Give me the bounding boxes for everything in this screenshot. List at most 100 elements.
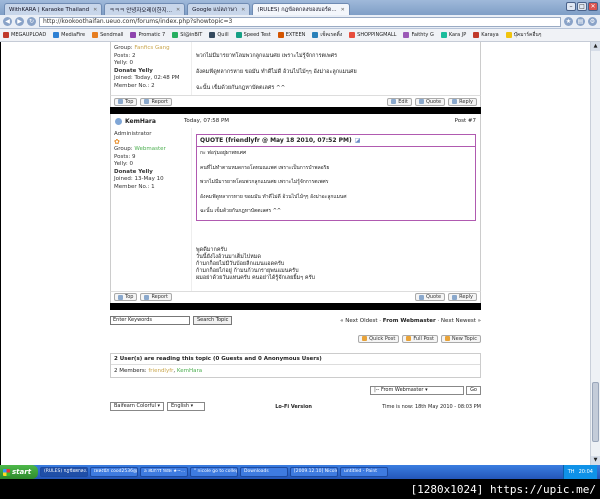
start-button[interactable]: start (0, 465, 38, 479)
forum-link[interactable]: From Webmaster (383, 318, 436, 324)
quote-line: ฉะนั้น เข็มด้วยกันกฎหาบัตตเลศร ^^ (200, 208, 282, 214)
post-count: Posts: 2 (114, 52, 136, 59)
topic-pager: « Next Oldest · From Webmaster · Next Ne… (340, 318, 481, 324)
quote-button[interactable]: Quote (414, 293, 446, 301)
taskbar-item[interactable]: [2009.12.10] Nicole ... (290, 467, 338, 477)
view-post-icon[interactable]: ◪ (355, 137, 361, 144)
go-button[interactable]: Go (466, 386, 481, 395)
post-username[interactable]: KemHara (125, 118, 156, 125)
top-label: Top (125, 98, 134, 105)
bookmark-item[interactable]: Quill (209, 32, 229, 38)
input-language[interactable]: TH (568, 469, 575, 475)
language-select[interactable]: English ▾ (167, 402, 205, 411)
page-scrollbar[interactable]: ▲ ▼ (590, 42, 600, 465)
tab-label: Google แปลภาษา (192, 6, 238, 13)
bookmark-item[interactable]: Karaya (473, 32, 499, 38)
bookmark-item[interactable]: Sendmall (92, 32, 123, 38)
donate-yelly-link[interactable]: Donate Yelly (114, 169, 188, 177)
bookmark-item[interactable]: Speed Test (235, 32, 271, 38)
skin-select[interactable]: Baifearn Colorful ▾ (110, 402, 164, 411)
search-topic-button[interactable]: Search Topic (193, 316, 233, 325)
bookmark-item[interactable]: MediaFire (53, 32, 85, 38)
bookmark-item[interactable]: SI@inBIT (172, 32, 202, 38)
taskbar-item[interactable]: untitled - Paint (340, 467, 388, 477)
report-button[interactable]: Report (140, 97, 173, 106)
taskbar-item[interactable]: (RULES) กฎข้อตกลง... (40, 467, 88, 477)
quote-block: QUOTE (friendlyfr @ May 18 2010, 07:52 P… (196, 134, 476, 221)
donate-yelly-link[interactable]: Donate Yelly (114, 68, 188, 76)
browser-tab-active[interactable]: (RULES) กฎข้อตกลงของบอร์ด... ✕ (252, 3, 350, 15)
arrow-up-icon (118, 294, 123, 300)
taskbar-item[interactable]: เพลงนัก cood2536@ho... (90, 467, 138, 477)
bookmark-item[interactable]: SHOPPINGMALL (349, 32, 396, 38)
close-tab-icon[interactable]: ✕ (341, 7, 345, 13)
post-number-link[interactable]: Post #7 (455, 118, 476, 124)
star-icon[interactable]: ★ (564, 17, 573, 26)
new-topic-button[interactable]: New Topic (440, 334, 481, 343)
forum-jump-select[interactable]: |-- From Webmaster ▾ (370, 386, 465, 395)
report-button[interactable]: Report (140, 293, 173, 301)
search-topic-input[interactable]: Enter Keywords (110, 316, 190, 325)
post-header: KemHara Today, 07:58 PM Post #7 (110, 114, 481, 128)
bookmark-item[interactable]: MEGAUPLOAD (3, 32, 46, 38)
browser-tab-1[interactable]: WithKARA | Karaoke Thailand ✕ (4, 3, 103, 15)
post-line: พูดดีมากครับ (196, 246, 227, 253)
bookmark-favicon-icon (403, 32, 410, 38)
reader-link[interactable]: KemHara (177, 368, 202, 374)
wrench-icon[interactable]: ⚙ (588, 17, 597, 26)
page-menu-icon[interactable]: ▤ (576, 17, 585, 26)
scroll-up-icon[interactable]: ▲ (591, 42, 600, 51)
bookmark-label: Quill (217, 32, 229, 38)
quick-post-label: Quick Post (369, 335, 396, 342)
bookmark-label: Speed Test (243, 32, 271, 38)
post-friendlyfr: Group: Fanfics Gang Posts: 2 Yelly: 0 Do… (110, 42, 481, 95)
taskbar-item[interactable]: Downloads (240, 467, 288, 477)
maximize-icon[interactable]: □ (577, 2, 587, 11)
quote-button[interactable]: Quote (414, 97, 446, 106)
close-tab-icon[interactable]: ✕ (93, 7, 97, 13)
post-line: ฉะนั้น เข็มด้วยกันกฎหาบัตตเลศร ^^ (196, 85, 286, 91)
browser-tab-2[interactable]: ㅋㅋㅋ 안녕자오레이한지... ✕ (104, 3, 186, 15)
forward-arrow-icon[interactable]: ▶ (15, 17, 24, 26)
reader-link[interactable]: friendlyfr (148, 368, 173, 374)
next-newest-link[interactable]: Next Newest » (441, 318, 481, 324)
scroll-down-icon[interactable]: ▼ (591, 456, 600, 465)
reload-icon[interactable]: ↻ (27, 17, 36, 26)
reply-button[interactable]: Reply (448, 97, 477, 106)
full-post-button[interactable]: Full Post (402, 334, 438, 343)
quote-line: กะ ฟอรุ่มอยู่ผาพหเศศ (200, 150, 247, 156)
lofi-link[interactable]: Lo-Fi Version (275, 404, 312, 410)
post-actions: Top Report Edit Quote Reply (110, 95, 481, 107)
pencil-icon (391, 99, 397, 104)
top-button[interactable]: Top (114, 293, 138, 301)
bookmark-item[interactable]: เช็คเรตติ้ง (312, 31, 342, 39)
next-oldest-link[interactable]: « Next Oldest (340, 318, 377, 324)
edit-button[interactable]: Edit (387, 97, 412, 106)
edit-label: Edit (398, 98, 408, 105)
server-time: Time is now: 18th May 2010 - 08:03 PM (382, 403, 481, 410)
bookmark-item[interactable]: บุ๊คมาร์คอื่นๆ (505, 31, 541, 39)
bookmark-item[interactable]: Kara JP (440, 32, 466, 38)
url-input[interactable]: http://kookoothaifan.ueuo.com/forums/ind… (39, 16, 561, 27)
bookmark-label: Promatic 7 (138, 32, 166, 38)
browser-tab-strip: WithKARA | Karaoke Thailand ✕ ㅋㅋㅋ 안녕자오레이한… (0, 0, 600, 15)
bookmark-item[interactable]: EXTEEN (277, 32, 305, 38)
joined-date: Joined: Today, 02:48 PM (114, 75, 180, 81)
close-window-icon[interactable]: ✕ (588, 2, 598, 11)
bookmark-label: Faithty G (411, 32, 434, 38)
close-tab-icon[interactable]: ✕ (176, 7, 180, 13)
reply-button[interactable]: Reply (448, 293, 477, 301)
taskbar-item[interactable]: a สมการ หอพ ★~... (140, 467, 188, 477)
back-arrow-icon[interactable]: ◀ (3, 17, 12, 26)
taskbar-item[interactable]: " nicole go to college... (190, 467, 238, 477)
minimize-icon[interactable]: – (566, 2, 576, 11)
top-button[interactable]: Top (114, 97, 138, 106)
bookmark-item[interactable]: Promatic 7 (130, 32, 165, 38)
browser-tab-3[interactable]: Google แปลภาษา ✕ (187, 3, 251, 15)
quick-post-button[interactable]: Quick Post (358, 334, 400, 343)
bookmark-item[interactable]: Faithty G (403, 32, 434, 38)
close-tab-icon[interactable]: ✕ (241, 7, 245, 13)
address-bar: ◀ ▶ ↻ http://kookoothaifan.ueuo.com/foru… (0, 15, 600, 29)
scrollbar-thumb[interactable] (592, 382, 599, 442)
page-viewport: Group: Fanfics Gang Posts: 2 Yelly: 0 Do… (1, 42, 590, 465)
